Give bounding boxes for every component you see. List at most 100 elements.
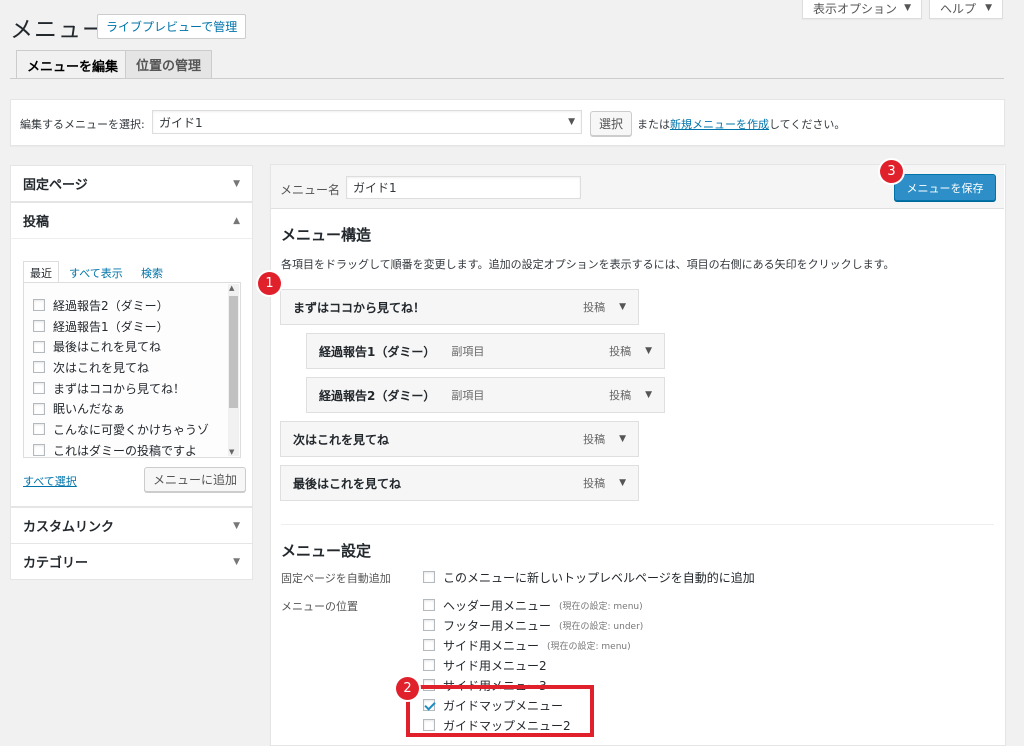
menu-structure-title: メニュー構造 bbox=[281, 226, 372, 244]
menu-item[interactable]: 経過報告1（ダミー） 副項目 投稿 ▼ bbox=[306, 333, 665, 369]
save-menu-button[interactable]: メニューを保存 bbox=[894, 174, 996, 201]
chevron-up-icon: ▲ bbox=[233, 215, 240, 226]
chevron-down-icon[interactable]: ▼ bbox=[619, 478, 626, 488]
auto-add-checkbox[interactable] bbox=[423, 571, 435, 583]
location-checkbox[interactable] bbox=[423, 599, 435, 611]
scrollbar-thumb[interactable] bbox=[229, 296, 238, 408]
menu-item[interactable]: まずはココから見てね！ 投稿 ▼ bbox=[280, 289, 639, 325]
post-checkbox[interactable] bbox=[33, 402, 45, 415]
menu-item-title: 経過報告1（ダミー） bbox=[319, 344, 436, 359]
menu-item[interactable]: 最後はこれを見てね 投稿 ▼ bbox=[280, 465, 639, 501]
menu-item-subitem-label: 副項目 bbox=[451, 345, 485, 358]
location-item[interactable]: サイド用メニュー (現在の設定: menu) bbox=[423, 635, 723, 655]
create-menu-text: または新規メニューを作成してください。 bbox=[637, 116, 845, 132]
help-label: ヘルプ bbox=[940, 1, 977, 16]
accordion-posts[interactable]: 投稿 ▲ bbox=[10, 202, 253, 239]
location-label: フッター用メニュー bbox=[443, 618, 552, 633]
chevron-down-icon[interactable]: ▼ bbox=[619, 434, 626, 444]
list-item[interactable]: 経過報告2（ダミー） bbox=[33, 295, 223, 316]
section-divider bbox=[281, 524, 994, 525]
chevron-down-icon: ▼ bbox=[568, 117, 575, 127]
select-button[interactable]: 選択 bbox=[590, 111, 633, 136]
accordion-custom-links-title: カスタムリンク bbox=[23, 520, 115, 535]
live-preview-button[interactable]: ライブプレビューで管理 bbox=[97, 14, 247, 39]
scroll-up-icon[interactable]: ▲ bbox=[229, 284, 234, 292]
auto-add-option-label: このメニューに新しいトップレベルページを自動的に追加 bbox=[443, 570, 755, 585]
list-item[interactable]: 眠いんだなぁ bbox=[33, 398, 223, 419]
screen-options-label: 表示オプション bbox=[813, 1, 898, 16]
menu-select-value: ガイド1 bbox=[159, 115, 203, 130]
location-label: ヘッダー用メニュー bbox=[443, 598, 552, 613]
add-to-menu-button[interactable]: メニューに追加 bbox=[144, 467, 247, 492]
post-checkbox[interactable] bbox=[33, 299, 45, 312]
chevron-down-icon[interactable]: ▼ bbox=[645, 346, 652, 356]
post-label: これはダミーの投稿ですよ bbox=[53, 443, 198, 458]
menu-item[interactable]: 次はこれを見てね 投稿 ▼ bbox=[280, 421, 639, 457]
chevron-down-icon[interactable]: ▼ bbox=[619, 302, 626, 312]
location-checkbox[interactable] bbox=[423, 619, 435, 631]
menu-item[interactable]: 経過報告2（ダミー） 副項目 投稿 ▼ bbox=[306, 377, 665, 413]
list-item[interactable]: 最後はこれを見てね bbox=[33, 336, 223, 357]
post-checkbox[interactable] bbox=[33, 444, 45, 457]
post-checkbox[interactable] bbox=[33, 423, 45, 436]
location-label: サイド用メニュー2 bbox=[443, 658, 547, 673]
annotation-badge-1: 1 bbox=[258, 272, 281, 295]
posts-tab-search[interactable]: 検索 bbox=[141, 265, 163, 281]
list-item[interactable]: これはダミーの投稿ですよ bbox=[33, 440, 223, 461]
chevron-down-icon: ▼ bbox=[985, 3, 992, 13]
post-label: こんなに可愛くかけちゃうゾ bbox=[53, 422, 210, 437]
post-checkbox[interactable] bbox=[33, 340, 45, 353]
location-checkbox[interactable] bbox=[423, 639, 435, 651]
auto-add-option[interactable]: このメニューに新しいトップレベルページを自動的に追加 bbox=[423, 567, 755, 587]
accordion-pages-title: 固定ページ bbox=[23, 178, 88, 193]
post-label: 次はこれを見てね bbox=[53, 360, 150, 375]
annotation-badge-2: 2 bbox=[396, 677, 419, 700]
post-label: 最後はこれを見てね bbox=[53, 340, 162, 355]
post-label: 経過報告2（ダミー） bbox=[53, 298, 169, 313]
list-item[interactable]: 次はこれを見てね bbox=[33, 357, 223, 378]
annotation-badge-3: 3 bbox=[880, 160, 903, 183]
menu-item-type: 投稿 bbox=[583, 433, 606, 446]
list-item[interactable]: まずはココから見てね！ bbox=[33, 378, 223, 399]
posts-list-box: 経過報告2（ダミー） 経過報告1（ダミー） 最後はこれを見てね 次はこれを見てね… bbox=[23, 282, 241, 458]
select-all-link[interactable]: すべて選択 bbox=[23, 473, 77, 489]
accordion-categories-title: カテゴリー bbox=[23, 556, 89, 571]
menu-item-title: 次はこれを見てね bbox=[293, 432, 390, 447]
accordion-categories[interactable]: カテゴリー ▼ bbox=[10, 543, 253, 580]
location-item[interactable]: サイド用メニュー2 bbox=[423, 655, 723, 675]
menu-item-title: 経過報告2（ダミー） bbox=[319, 388, 436, 403]
posts-scrollbar[interactable]: ▲ ▼ bbox=[228, 284, 239, 456]
location-note: (現在の設定: menu) bbox=[559, 601, 643, 612]
help-button[interactable]: ヘルプ ▼ bbox=[929, 0, 1003, 19]
post-checkbox[interactable] bbox=[33, 361, 45, 374]
scroll-down-icon[interactable]: ▼ bbox=[229, 448, 234, 456]
location-item[interactable]: ヘッダー用メニュー (現在の設定: menu) bbox=[423, 595, 723, 615]
chevron-down-icon: ▼ bbox=[233, 178, 240, 189]
posts-tab-recent[interactable]: 最近 bbox=[23, 261, 59, 283]
menu-name-input[interactable]: ガイド1 bbox=[346, 176, 581, 199]
list-item[interactable]: こんなに可愛くかけちゃうゾ bbox=[33, 419, 223, 440]
accordion-posts-title: 投稿 bbox=[23, 215, 50, 230]
chevron-down-icon[interactable]: ▼ bbox=[645, 390, 652, 400]
tab-manage-locations[interactable]: 位置の管理 bbox=[125, 50, 213, 78]
location-checkbox[interactable] bbox=[423, 659, 435, 671]
location-item[interactable]: フッター用メニュー (現在の設定: under) bbox=[423, 615, 723, 635]
location-note: (現在の設定: menu) bbox=[547, 641, 631, 652]
tab-edit-menus[interactable]: メニューを編集 bbox=[16, 50, 130, 79]
list-item[interactable]: 経過報告1（ダミー） bbox=[33, 316, 223, 337]
posts-tab-all[interactable]: すべて表示 bbox=[69, 265, 123, 281]
screen-options-button[interactable]: 表示オプション ▼ bbox=[802, 0, 922, 19]
select-menu-label: 編集するメニューを選択: bbox=[20, 118, 145, 131]
post-checkbox[interactable] bbox=[33, 382, 45, 395]
accordion-custom-links[interactable]: カスタムリンク ▼ bbox=[10, 507, 253, 544]
post-label: 眠いんだなぁ bbox=[53, 402, 126, 417]
post-label: 経過報告1（ダミー） bbox=[53, 319, 169, 334]
location-note: (現在の設定: under) bbox=[559, 621, 644, 632]
menu-item-type: 投稿 bbox=[609, 389, 632, 402]
create-new-menu-link[interactable]: 新規メニューを作成 bbox=[670, 118, 769, 131]
accordion-pages[interactable]: 固定ページ ▼ bbox=[10, 165, 253, 202]
menu-settings-title: メニュー設定 bbox=[281, 542, 372, 560]
post-checkbox[interactable] bbox=[33, 320, 45, 333]
menu-select[interactable]: ガイド1 ▼ bbox=[152, 110, 582, 134]
highlight-box bbox=[406, 685, 594, 737]
